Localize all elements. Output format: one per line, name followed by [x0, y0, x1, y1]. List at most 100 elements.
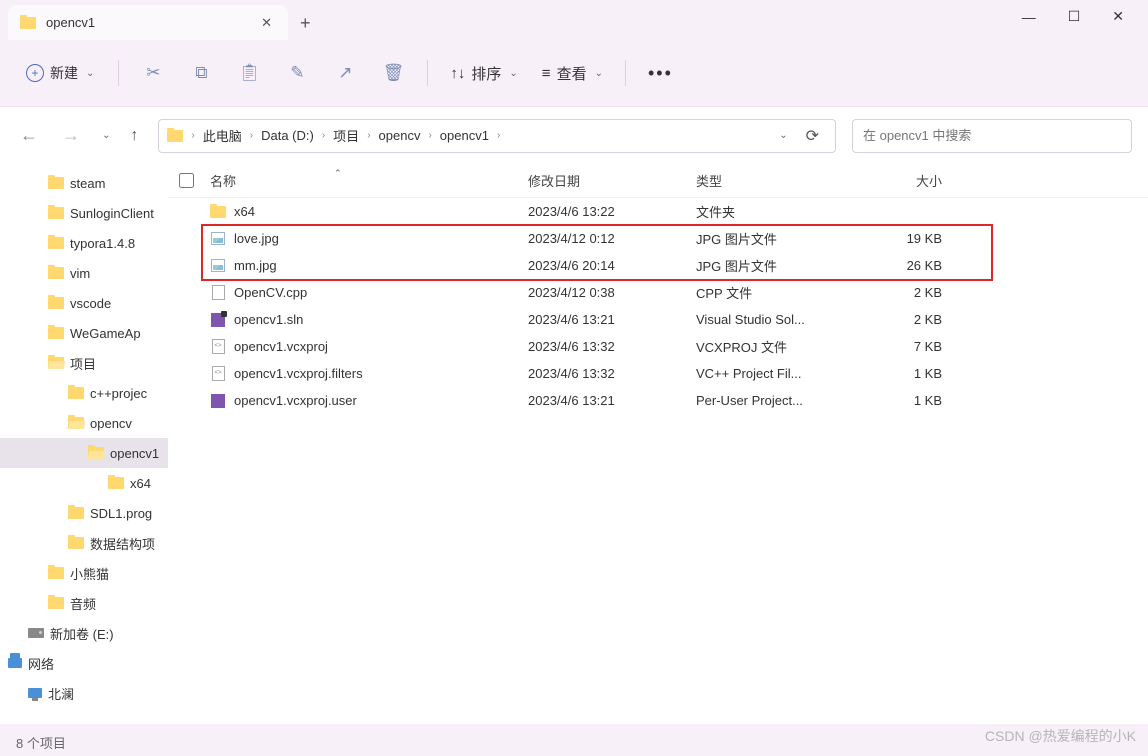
file-row[interactable]: opencv1.vcxproj.user 2023/4/6 13:21 Per-…	[168, 387, 1148, 414]
file-name: opencv1.sln	[234, 312, 303, 327]
copy-icon[interactable]: ⧉	[181, 55, 221, 91]
tree-item[interactable]: 音频	[0, 588, 168, 618]
up-button[interactable]: ↑	[126, 123, 142, 149]
filelist: 名称⌃ 修改日期 类型 大小 x64 2023/4/6 13:22 文件夹 lo…	[168, 164, 1148, 724]
toolbar: + 新建 ⌄ ✂ ⧉ 📋︎ ✎ ↗ 🗑︎ ↑↓ 排序 ⌄ ≡ 查看 ⌄ •••	[0, 40, 1148, 106]
tree-item[interactable]: opencv1	[0, 438, 168, 468]
col-size-header[interactable]: 大小	[854, 171, 962, 190]
tree-item[interactable]: 项目	[0, 348, 168, 378]
forward-button[interactable]: →	[58, 121, 84, 150]
chevron-down-icon: ⌄	[86, 68, 94, 79]
file-type: VCXPROJ 文件	[696, 337, 854, 356]
bc-item[interactable]: Data (D:)	[257, 126, 318, 145]
sort-indicator-icon: ⌃	[334, 168, 342, 179]
tree-item-label: SunloginClient	[70, 206, 154, 221]
folder-icon	[48, 567, 64, 579]
tree-item-label: typora1.4.8	[70, 236, 135, 251]
sort-button[interactable]: ↑↓ 排序 ⌄	[442, 57, 525, 90]
select-all-checkbox[interactable]	[168, 173, 204, 188]
tree-item[interactable]: typora1.4.8	[0, 228, 168, 258]
file-name: x64	[234, 204, 255, 219]
share-icon[interactable]: ↗	[325, 55, 365, 91]
tree-item[interactable]: WeGameAp	[0, 318, 168, 348]
file-row[interactable]: opencv1.vcxproj.filters 2023/4/6 13:32 V…	[168, 360, 1148, 387]
tree-item-label: 音频	[70, 594, 96, 613]
col-type-header[interactable]: 类型	[696, 171, 854, 190]
tree-item-label: opencv1	[110, 446, 159, 461]
bc-item[interactable]: opencv1	[436, 126, 493, 145]
tree-item[interactable]: SDL1.prog	[0, 498, 168, 528]
tree-item[interactable]: steam	[0, 168, 168, 198]
divider	[118, 60, 119, 86]
file-name: OpenCV.cpp	[234, 285, 307, 300]
rename-icon[interactable]: ✎	[277, 55, 317, 91]
bc-dropdown-icon[interactable]: ⌄	[773, 130, 793, 141]
user-file-icon	[211, 394, 225, 408]
cut-icon[interactable]: ✂	[133, 55, 173, 91]
watermark: CSDN @热爱编程的小K	[985, 726, 1136, 746]
tree-item-label: vscode	[70, 296, 111, 311]
tree-item[interactable]: 小熊猫	[0, 558, 168, 588]
search-input[interactable]	[863, 128, 1121, 143]
maximize-button[interactable]: ☐	[1068, 8, 1081, 25]
file-row[interactable]: x64 2023/4/6 13:22 文件夹	[168, 198, 1148, 225]
minimize-button[interactable]: —	[1022, 9, 1036, 25]
tree-item[interactable]: x64	[0, 468, 168, 498]
tree-item[interactable]: c++projec	[0, 378, 168, 408]
tree-item-label: 小熊猫	[70, 564, 109, 583]
refresh-button[interactable]: ⟳	[798, 126, 827, 146]
search-bar[interactable]	[852, 119, 1132, 153]
image-file-icon	[211, 232, 225, 245]
breadcrumb[interactable]: › 此电脑 › Data (D:) › 项目 › opencv › opencv…	[158, 119, 836, 153]
delete-icon[interactable]: 🗑︎	[373, 55, 413, 91]
bc-item[interactable]: 项目	[329, 124, 363, 147]
col-date-header[interactable]: 修改日期	[528, 171, 696, 190]
file-name: opencv1.vcxproj.user	[234, 393, 357, 408]
history-dropdown[interactable]: ⌄	[102, 130, 110, 141]
more-button[interactable]: •••	[640, 63, 681, 84]
tree-item[interactable]: 新加卷 (E:)	[0, 618, 168, 648]
file-name: love.jpg	[234, 231, 279, 246]
tree-item-label: 网络	[28, 654, 54, 673]
file-row[interactable]: opencv1.sln 2023/4/6 13:21 Visual Studio…	[168, 306, 1148, 333]
file-date: 2023/4/12 0:38	[528, 285, 696, 300]
window-controls: — ☐ ✕	[1006, 8, 1140, 25]
tree-item[interactable]: 数据结构项	[0, 528, 168, 558]
sidebar: steam SunloginClient typora1.4.8 vim vscode W…	[0, 164, 168, 724]
close-window-button[interactable]: ✕	[1112, 8, 1124, 25]
bc-sep: ›	[191, 130, 194, 141]
file-row[interactable]: OpenCV.cpp 2023/4/12 0:38 CPP 文件 2 KB	[168, 279, 1148, 306]
file-date: 2023/4/6 20:14	[528, 258, 696, 273]
col-name-header[interactable]: 名称⌃	[204, 171, 528, 190]
file-type: Per-User Project...	[696, 393, 854, 408]
window-tab[interactable]: opencv1 ✕	[8, 5, 288, 40]
folder-icon	[48, 237, 64, 249]
view-button[interactable]: ≡ 查看 ⌄	[534, 57, 611, 90]
file-row[interactable]: love.jpg 2023/4/12 0:12 JPG 图片文件 19 KB	[168, 225, 1148, 252]
tree-item[interactable]: vscode	[0, 288, 168, 318]
new-button[interactable]: + 新建 ⌄	[16, 57, 104, 89]
tree-item-label: opencv	[90, 416, 132, 431]
new-tab-button[interactable]: +	[288, 5, 323, 42]
file-size: 1 KB	[854, 366, 962, 381]
cpp-file-icon	[212, 285, 225, 300]
file-name: opencv1.vcxproj.filters	[234, 366, 363, 381]
column-headers: 名称⌃ 修改日期 类型 大小	[168, 164, 1148, 198]
paste-icon[interactable]: 📋︎	[229, 55, 269, 91]
tree-item[interactable]: 北澜	[0, 678, 168, 708]
tree-item[interactable]: opencv	[0, 408, 168, 438]
folder-icon	[20, 17, 36, 29]
close-tab-icon[interactable]: ✕	[257, 15, 276, 31]
file-row[interactable]: opencv1.vcxproj 2023/4/6 13:32 VCXPROJ 文…	[168, 333, 1148, 360]
tree-item[interactable]: vim	[0, 258, 168, 288]
tree-item[interactable]: SunloginClient	[0, 198, 168, 228]
bc-item[interactable]: opencv	[375, 126, 425, 145]
tree-item-label: 项目	[70, 354, 96, 373]
tab-title: opencv1	[46, 15, 257, 30]
back-button[interactable]: ←	[16, 121, 42, 150]
tree-item[interactable]: 网络	[0, 648, 168, 678]
view-icon: ≡	[542, 65, 551, 82]
bc-item[interactable]: 此电脑	[199, 124, 246, 147]
file-row[interactable]: mm.jpg 2023/4/6 20:14 JPG 图片文件 26 KB	[168, 252, 1148, 279]
folder-icon	[68, 387, 84, 399]
